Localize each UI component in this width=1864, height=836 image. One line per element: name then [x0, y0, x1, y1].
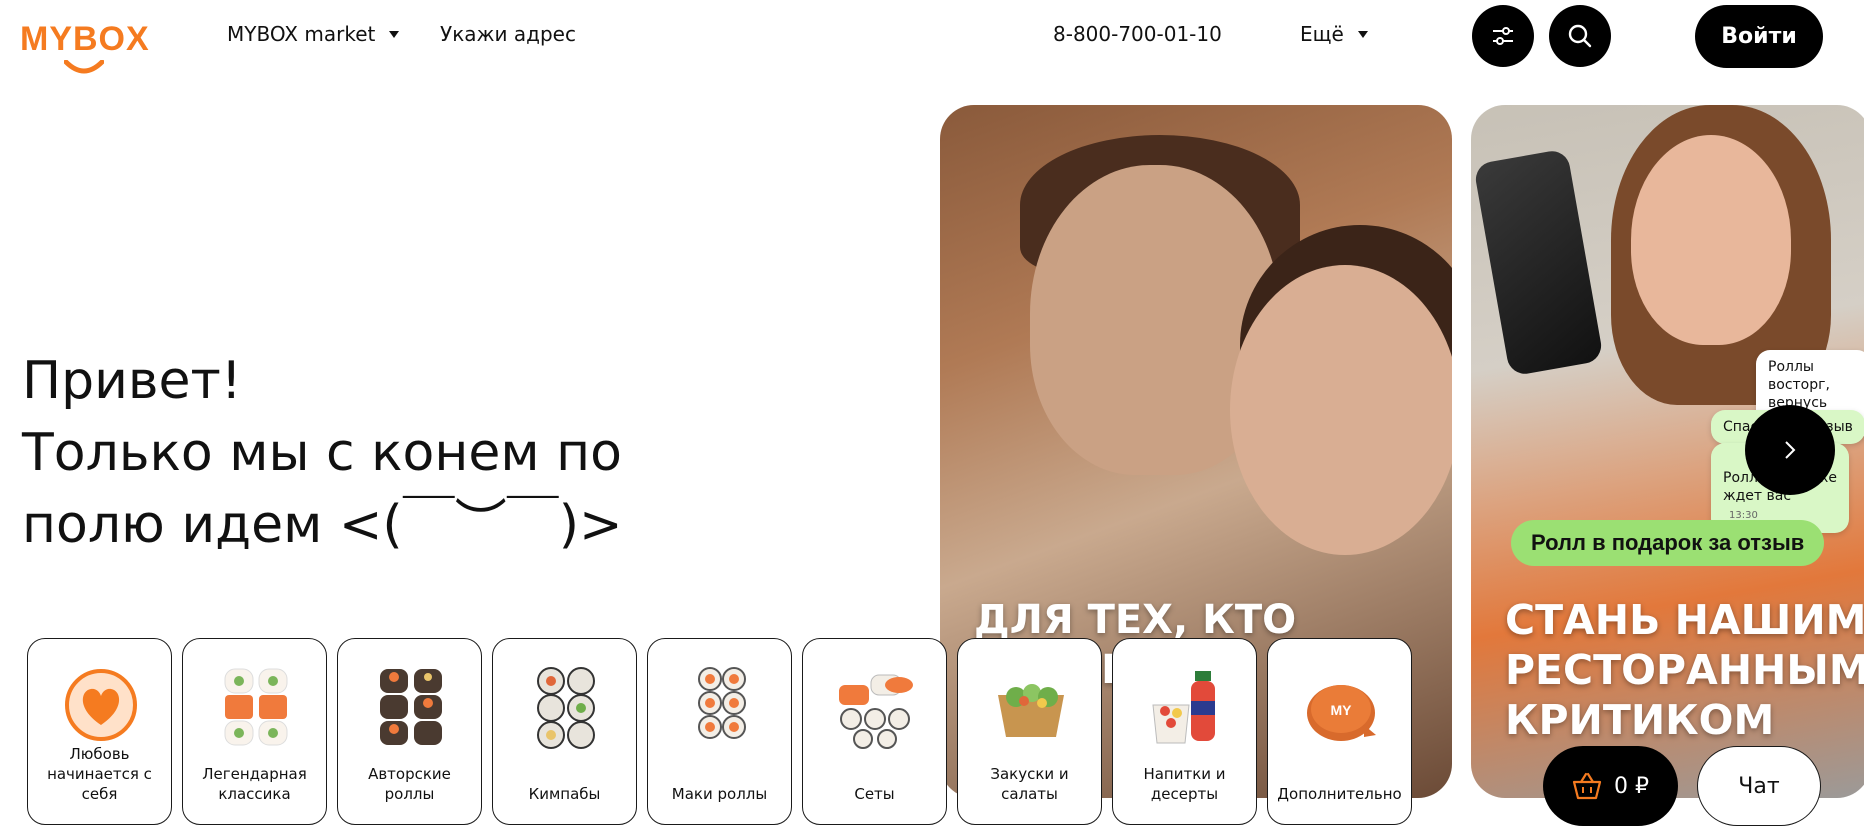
- search-icon: [1568, 24, 1592, 48]
- category-label: Любовь начинается с себя: [47, 745, 152, 803]
- banner-photo-face: [1631, 135, 1791, 345]
- salad-icon: [998, 684, 1064, 737]
- phone-label: 8-800-700-01-10: [1053, 22, 1222, 46]
- rolls-icon: [839, 674, 913, 749]
- address-label: Укажи адрес: [440, 22, 576, 46]
- category-label: Маки роллы: [671, 785, 768, 803]
- logo-smile-icon: [64, 60, 104, 74]
- rolls-icon: [698, 667, 746, 739]
- market-selector[interactable]: MYBOX market: [227, 22, 400, 46]
- address-link[interactable]: Укажи адрес: [440, 22, 576, 46]
- sauce-icon: MY: [1307, 685, 1376, 741]
- svg-text:MY: MY: [1331, 702, 1353, 718]
- cart-button[interactable]: 0 ₽: [1543, 746, 1678, 826]
- search-button[interactable]: [1549, 5, 1611, 67]
- basket-icon: [1572, 772, 1602, 800]
- category-label: Закуски и салаты: [990, 765, 1069, 803]
- category-label: Авторские роллы: [368, 765, 451, 803]
- sliders-icon: [1493, 27, 1513, 45]
- category-label: Легендарная классика: [202, 765, 307, 803]
- chat-label: Чат: [1738, 773, 1780, 799]
- phone-number[interactable]: 8-800-700-01-10: [1053, 22, 1222, 46]
- chevron-right-icon: [1785, 441, 1796, 459]
- promo-pill: Ролл в подарок за отзыв: [1511, 520, 1825, 566]
- category-card-love[interactable]: Любовь начинается с себя: [27, 638, 172, 825]
- carousel-next-button[interactable]: [1745, 405, 1835, 495]
- heart-icon: [65, 669, 137, 741]
- banner-caption: СТАНЬ НАШИМ РЕСТОРАННЫМ КРИТИКОМ: [1505, 596, 1864, 744]
- phone-image: [1473, 148, 1604, 377]
- mybox-logo[interactable]: MYBOX: [20, 20, 160, 76]
- category-card-maki[interactable]: Маки роллы: [647, 638, 792, 825]
- more-label: Ещё: [1300, 22, 1344, 46]
- caret-down-icon: [1357, 30, 1368, 38]
- logo-text: MYBOX: [20, 20, 150, 58]
- cart-amount: 0 ₽: [1614, 773, 1649, 799]
- banner-photo-woman: [1230, 265, 1452, 555]
- rolls-icon: [380, 669, 442, 745]
- rolls-icon: [224, 668, 288, 746]
- chat-button[interactable]: Чат: [1697, 746, 1821, 826]
- category-card-author-rolls[interactable]: Авторские роллы: [337, 638, 482, 825]
- greeting-text: Привет! Только мы с конем по полю идем <…: [22, 351, 623, 555]
- more-menu[interactable]: Ещё: [1300, 22, 1368, 46]
- category-list: Любовь начинается с себя Легендарная кла…: [27, 631, 1412, 825]
- caret-down-icon: [389, 30, 400, 38]
- category-card-classic[interactable]: Легендарная классика: [182, 638, 327, 825]
- category-card-drinks[interactable]: Напитки и десерты: [1112, 631, 1260, 825]
- category-card-kimbap[interactable]: Кимпабы: [492, 638, 637, 825]
- category-card-sets[interactable]: Сеты: [802, 638, 947, 825]
- category-label: Дополнительно: [1277, 785, 1402, 803]
- filter-button[interactable]: [1472, 5, 1534, 67]
- category-label: Напитки и десерты: [1143, 765, 1226, 803]
- login-button[interactable]: Войти: [1695, 5, 1823, 68]
- market-label: MYBOX market: [227, 22, 376, 46]
- drink-icon: [1152, 671, 1215, 744]
- login-label: Войти: [1721, 24, 1797, 49]
- category-label: Кимпабы: [528, 785, 601, 803]
- category-card-extra[interactable]: MY Дополнительно: [1267, 638, 1412, 825]
- rolls-icon: [537, 667, 595, 749]
- category-label: Сеты: [854, 785, 895, 803]
- category-card-snacks[interactable]: Закуски и салаты: [957, 638, 1102, 825]
